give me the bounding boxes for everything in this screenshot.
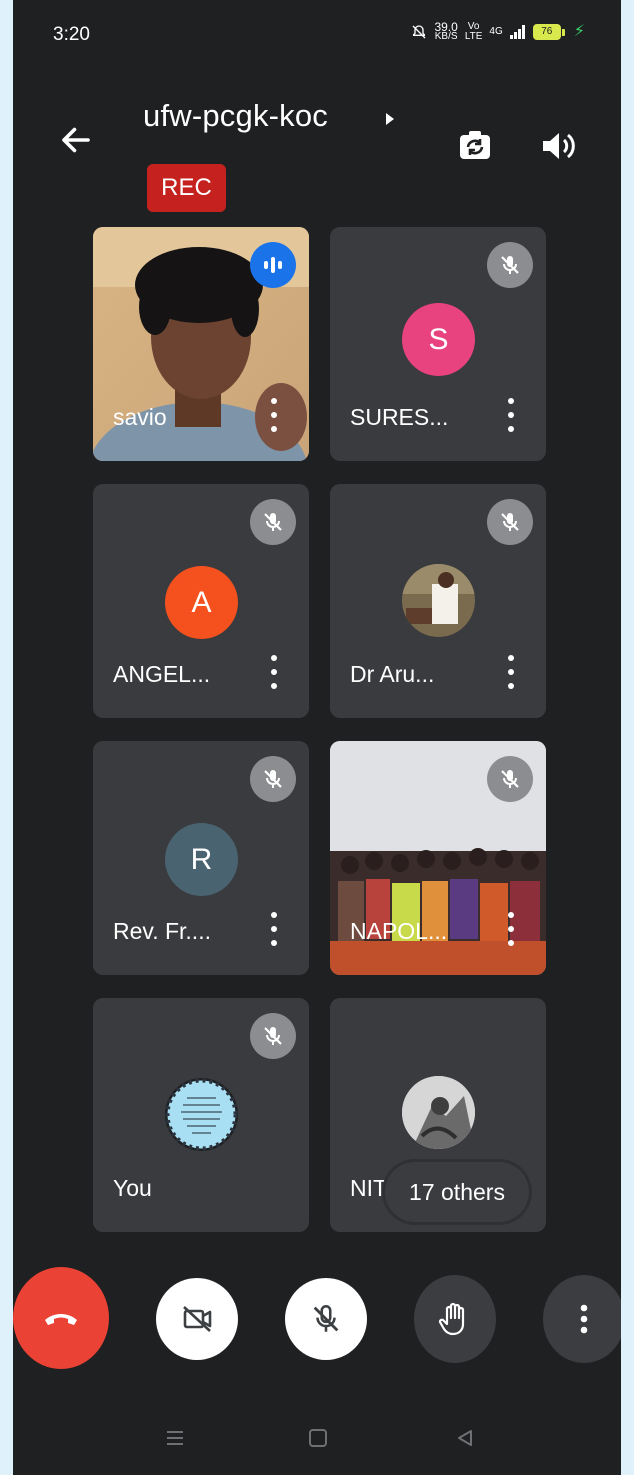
raise-hand-icon [438,1302,465,1336]
participant-tile-dr-aru[interactable]: Dr Aru... [330,484,546,718]
battery-icon: 76 [532,24,565,40]
speaking-indicator-icon [250,242,296,288]
participant-name: Dr Aru... [350,661,435,687]
network-type: 4G [489,26,503,37]
status-time: 3:20 [53,24,90,45]
mic-off-icon [250,499,296,545]
signal-icon [509,25,525,39]
participant-tile-angel[interactable]: A ANGEL... [93,484,309,718]
status-icons: 39.0 KB/S Vo LTE 4G 76 ⚡ [411,21,585,42]
participant-tile-you: You [93,998,309,1232]
home-icon[interactable] [309,1429,327,1447]
mic-off-icon [487,756,533,802]
more-options-icon[interactable] [506,655,516,689]
participant-name: SURES... [350,404,449,430]
avatar: A [165,566,238,639]
end-call-button[interactable] [13,1267,109,1369]
participant-tile-napol[interactable]: NAPOL... [330,741,546,975]
caret-right-icon[interactable] [385,112,395,126]
more-vert-icon [580,1304,588,1334]
net-speed-unit: KB/S [434,31,458,42]
back-arrow-icon[interactable] [58,122,94,158]
avatar [165,1078,238,1151]
recent-apps-icon[interactable] [165,1428,185,1448]
camera-toggle-button[interactable] [156,1278,238,1360]
volte-bottom: LTE [464,31,483,42]
avatar [402,1076,475,1149]
avatar [402,564,475,637]
avatar: S [402,303,475,376]
phone-hangup-icon [45,1314,77,1325]
mic-off-icon [487,499,533,545]
speaker-icon[interactable] [537,126,577,166]
avatar: R [165,823,238,896]
mic-toggle-button[interactable] [285,1278,367,1360]
call-screen: 3:20 39.0 KB/S Vo LTE 4G 76 ⚡ ufw-pcgk-koc… [13,0,621,1475]
charging-icon: ⚡ [573,23,585,40]
battery-level: 76 [532,24,561,40]
mic-off-icon [250,1013,296,1059]
mic-off-icon [313,1304,339,1332]
nav-back-icon[interactable] [455,1428,475,1448]
more-options-icon[interactable] [269,655,279,689]
more-options-icon[interactable] [506,398,516,432]
recording-badge: REC [147,164,226,212]
participant-tile-rev-fr[interactable]: R Rev. Fr.... [93,741,309,975]
raise-hand-button[interactable] [414,1275,496,1363]
meeting-code[interactable]: ufw-pcgk-koc [143,98,328,134]
participant-name: ANGEL... [113,661,211,687]
net-speed: 39.0 KB/S [434,21,458,42]
video-off-icon [183,1306,212,1332]
more-options-icon[interactable] [506,912,516,946]
participant-name: savio [113,404,167,430]
more-options-icon[interactable] [269,912,279,946]
more-options-button[interactable] [543,1275,621,1363]
switch-camera-icon[interactable] [455,126,495,166]
participant-name: Rev. Fr.... [113,918,211,944]
mic-off-icon [250,756,296,802]
participant-name: NAPOL... [350,918,448,944]
others-count-button[interactable]: 17 others [385,1162,529,1222]
participant-name: You [113,1175,152,1201]
do-not-disturb-icon [412,25,426,39]
mic-off-icon [487,242,533,288]
participant-tile-savio[interactable]: savio [93,227,309,461]
volte-indicator: Vo LTE [465,22,483,42]
more-options-icon[interactable] [269,398,279,432]
participant-tile-sures[interactable]: S SURES... [330,227,546,461]
